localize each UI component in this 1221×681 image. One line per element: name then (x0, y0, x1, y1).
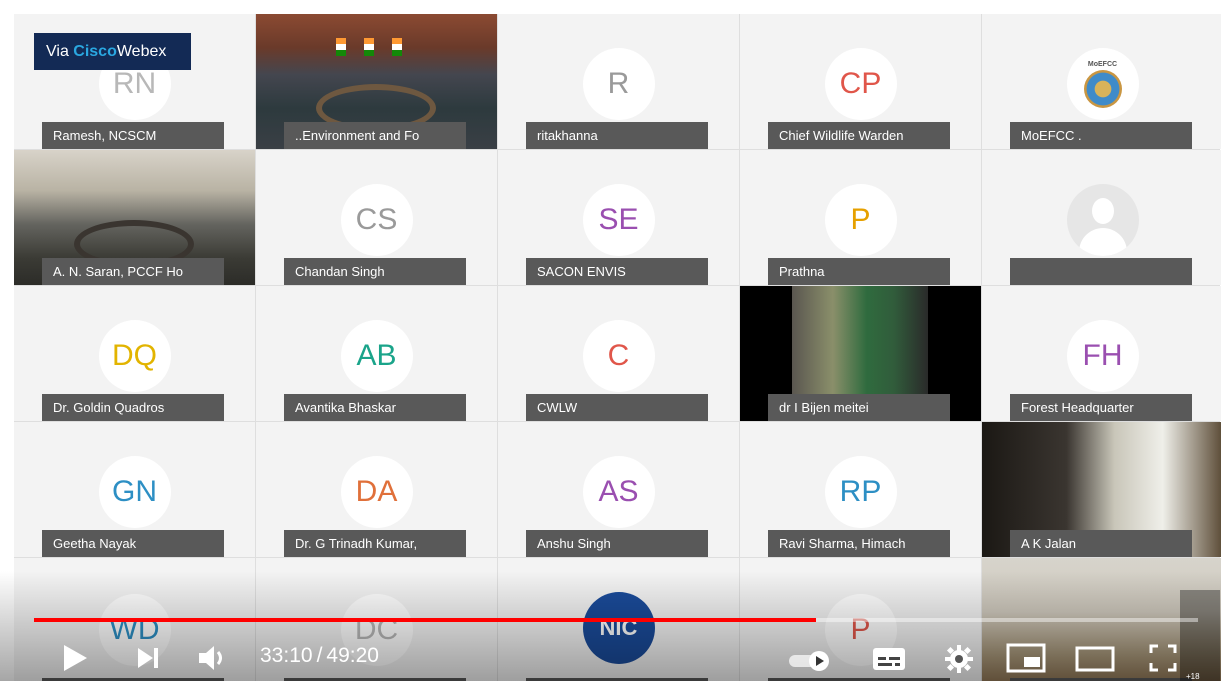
flag (364, 38, 374, 56)
default-user-icon (1066, 184, 1139, 256)
participant-avatar: CP (824, 48, 897, 120)
next-icon (138, 648, 158, 668)
flag (392, 38, 402, 56)
theater-button[interactable] (1074, 643, 1116, 675)
participant-tile[interactable]: ..Environment and Fo (256, 14, 497, 149)
participant-avatar: DQ (98, 320, 171, 392)
participant-name: Avantika Bhaskar (284, 394, 466, 421)
subtitles-icon (873, 648, 905, 670)
participant-name: Ramesh, NCSCM (42, 122, 224, 149)
fullscreen-icon (1149, 644, 1177, 672)
miniplayer-button[interactable] (1005, 641, 1047, 675)
flag (336, 38, 346, 56)
participant-tile[interactable]: MoEFCC MoEFCC . (982, 14, 1221, 149)
camera-frame (792, 286, 928, 396)
participant-tile[interactable]: C CWLW (498, 286, 739, 421)
participant-name: SACON ENVIS (526, 258, 708, 285)
participant-name: Chandan Singh (284, 258, 466, 285)
play-button[interactable] (58, 641, 92, 675)
webex-watermark: Via CiscoWebex (34, 33, 191, 70)
participant-avatar: P (824, 184, 897, 256)
participant-name (1010, 258, 1192, 285)
participant-name: Dr. Goldin Quadros (42, 394, 224, 421)
participant-avatar: RP (824, 456, 897, 528)
participant-name: ..Environment and Fo (284, 122, 466, 149)
participant-name: Ravi Sharma, Himach (768, 530, 950, 557)
participant-tile[interactable]: SE SACON ENVIS (498, 150, 739, 285)
participant-tile[interactable]: AS Anshu Singh (498, 422, 739, 557)
participant-tile[interactable]: AB Avantika Bhaskar (256, 286, 497, 421)
participant-name: Forest Headquarter (1010, 394, 1192, 421)
settings-button[interactable] (942, 642, 976, 676)
participant-tile[interactable]: FH Forest Headquarter (982, 286, 1221, 421)
participant-tile[interactable]: P Prathna (740, 150, 981, 285)
participant-name: dr I Bijen meitei (768, 394, 950, 421)
time-display: 33:10/49:20 (260, 644, 379, 667)
participant-name: Chief Wildlife Warden (768, 122, 950, 149)
participant-name: CWLW (526, 394, 708, 421)
participant-tile[interactable]: A. N. Saran, PCCF Ho (14, 150, 255, 285)
participant-name: A. N. Saran, PCCF Ho (42, 258, 224, 285)
participant-avatar: R (582, 48, 655, 120)
participant-name: A K Jalan (1010, 530, 1192, 557)
duration: 49:20 (326, 644, 379, 667)
fullscreen-button[interactable] (1146, 641, 1180, 675)
participant-avatar: C (582, 320, 655, 392)
participant-name: ritakhanna (526, 122, 708, 149)
participant-name: MoEFCC . (1010, 122, 1192, 149)
participant-tile[interactable] (982, 150, 1221, 285)
mute-button[interactable] (194, 641, 228, 675)
participant-name: Prathna (768, 258, 950, 285)
play-icon (64, 645, 87, 671)
participant-avatar: DA (340, 456, 413, 528)
participant-tile[interactable]: GN Geetha Nayak (14, 422, 255, 557)
miniplayer-icon (1006, 643, 1046, 673)
participant-name: Dr. G Trinadh Kumar, (284, 530, 466, 557)
current-time: 33:10 (260, 644, 313, 667)
participant-avatar: FH (1066, 320, 1139, 392)
volume-icon (199, 646, 222, 670)
autoplay-toggle[interactable] (789, 651, 839, 671)
participant-tile[interactable]: RP Ravi Sharma, Himach (740, 422, 981, 557)
participant-avatar: AB (340, 320, 413, 392)
participant-tile[interactable]: DQ Dr. Goldin Quadros (14, 286, 255, 421)
participant-name: Anshu Singh (526, 530, 708, 557)
gear-icon (945, 645, 973, 673)
moefcc-logo-icon: MoEFCC (1066, 48, 1139, 120)
participant-count: +18 (1186, 672, 1200, 681)
theater-icon (1075, 646, 1115, 672)
subtitles-button[interactable] (870, 643, 908, 675)
next-button[interactable] (133, 643, 163, 673)
participant-avatar: CS (340, 184, 413, 256)
participant-tile[interactable]: CS Chandan Singh (256, 150, 497, 285)
progress-bar[interactable] (34, 618, 1198, 622)
participant-tile[interactable]: Rritakhanna (498, 14, 739, 149)
participant-avatar: AS (582, 456, 655, 528)
participant-tile[interactable]: dr I Bijen meitei (740, 286, 981, 421)
participant-avatar: GN (98, 456, 171, 528)
participant-tile[interactable]: DA Dr. G Trinadh Kumar, (256, 422, 497, 557)
participant-avatar: SE (582, 184, 655, 256)
participant-tile[interactable]: CP Chief Wildlife Warden (740, 14, 981, 149)
participant-tile[interactable]: A K Jalan (982, 422, 1221, 557)
autoplay-icon (809, 651, 829, 671)
progress-played (34, 618, 817, 622)
participant-name: Geetha Nayak (42, 530, 224, 557)
